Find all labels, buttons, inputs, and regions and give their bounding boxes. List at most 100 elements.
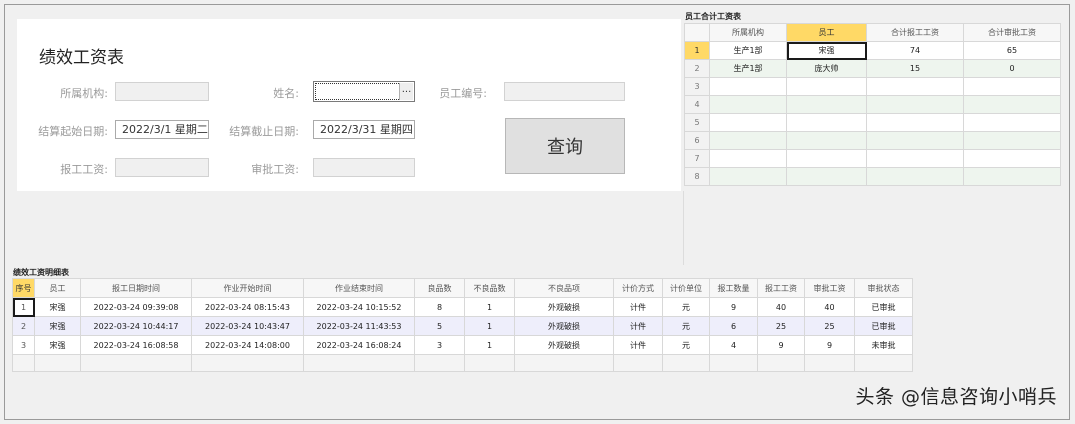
table-cell[interactable]: 已审批 — [854, 297, 913, 317]
query-button[interactable]: 查询 — [505, 118, 625, 174]
table-row[interactable]: 8 — [684, 167, 1061, 186]
table-cell[interactable]: 2022-03-24 11:43:53 — [303, 316, 415, 336]
table-row[interactable]: 2 宋强 2022-03-24 10:44:17 2022-03-24 10:4… — [12, 316, 913, 336]
table-row[interactable]: 6 — [684, 131, 1061, 150]
table-cell[interactable] — [786, 113, 867, 132]
detail-col-defect-qty[interactable]: 不良品数 — [464, 278, 515, 298]
table-row[interactable]: 4 — [684, 95, 1061, 114]
employee-no-field[interactable] — [504, 82, 625, 101]
table-cell[interactable]: 外观破损 — [514, 335, 614, 355]
table-cell[interactable]: 40 — [757, 297, 805, 317]
row-number[interactable]: 7 — [684, 149, 710, 168]
table-cell[interactable]: 15 — [866, 59, 964, 78]
table-cell[interactable] — [963, 167, 1061, 186]
row-number[interactable]: 3 — [684, 77, 710, 96]
detail-col-start-time[interactable]: 作业开始时间 — [191, 278, 304, 298]
summary-col-total-approved[interactable]: 合计审批工资 — [963, 23, 1061, 42]
table-cell[interactable]: 6 — [709, 316, 758, 336]
table-cell[interactable]: 25 — [804, 316, 855, 336]
table-cell[interactable]: 元 — [662, 297, 710, 317]
table-cell[interactable] — [12, 354, 35, 372]
table-cell[interactable]: 宋强 — [34, 335, 81, 355]
table-cell[interactable]: 8 — [414, 297, 465, 317]
table-cell[interactable]: 庞大帅 — [786, 59, 867, 78]
table-cell[interactable] — [963, 131, 1061, 150]
table-cell[interactable] — [866, 95, 964, 114]
table-cell[interactable]: 40 — [804, 297, 855, 317]
detail-col-defect-item[interactable]: 不良品项 — [514, 278, 614, 298]
end-date-field[interactable]: 2022/3/31 星期四 — [313, 120, 415, 139]
row-number[interactable]: 1 — [684, 41, 710, 60]
table-cell[interactable]: 25 — [757, 316, 805, 336]
detail-col-good-qty[interactable]: 良品数 — [414, 278, 465, 298]
table-cell[interactable] — [786, 77, 867, 96]
table-row[interactable]: 3 宋强 2022-03-24 16:08:58 2022-03-24 14:0… — [12, 335, 913, 355]
table-cell[interactable]: 外观破损 — [514, 297, 614, 317]
detail-col-end-time[interactable]: 作业结束时间 — [303, 278, 415, 298]
detail-col-employee[interactable]: 员工 — [34, 278, 81, 298]
table-cell[interactable] — [414, 354, 465, 372]
table-row[interactable]: 3 — [684, 77, 1061, 96]
table-cell[interactable]: 65 — [963, 41, 1061, 60]
table-cell[interactable]: 9 — [804, 335, 855, 355]
start-date-field[interactable]: 2022/3/1 星期二 — [115, 120, 209, 139]
detail-col-pricing-unit[interactable]: 计价单位 — [662, 278, 710, 298]
table-cell[interactable] — [757, 354, 805, 372]
table-cell[interactable] — [866, 77, 964, 96]
table-cell[interactable]: 元 — [662, 316, 710, 336]
table-cell[interactable] — [866, 131, 964, 150]
row-number[interactable]: 8 — [684, 167, 710, 186]
table-cell[interactable]: 1 — [464, 335, 515, 355]
table-cell[interactable]: 2022-03-24 10:44:17 — [80, 316, 192, 336]
table-row[interactable]: 5 — [684, 113, 1061, 132]
report-wage-field[interactable] — [115, 158, 209, 177]
table-cell[interactable] — [786, 149, 867, 168]
table-cell[interactable] — [804, 354, 855, 372]
table-cell[interactable]: 2022-03-24 16:08:24 — [303, 335, 415, 355]
summary-grid[interactable]: 所属机构 员工 合计报工工资 合计审批工资 1 生产1部 宋强 74 65 2 … — [684, 23, 1061, 191]
detail-col-pricing-method[interactable]: 计价方式 — [613, 278, 663, 298]
table-row[interactable]: 1 宋强 2022-03-24 09:39:08 2022-03-24 08:1… — [12, 297, 913, 317]
table-cell[interactable] — [80, 354, 192, 372]
table-cell[interactable] — [866, 149, 964, 168]
detail-col-report-qty[interactable]: 报工数量 — [709, 278, 758, 298]
table-cell[interactable] — [709, 95, 787, 114]
table-cell[interactable]: 3 — [414, 335, 465, 355]
table-cell[interactable] — [709, 149, 787, 168]
detail-col-report-wage[interactable]: 报工工资 — [757, 278, 805, 298]
table-cell[interactable] — [963, 77, 1061, 96]
table-cell[interactable] — [709, 354, 758, 372]
table-cell[interactable] — [709, 77, 787, 96]
table-cell[interactable]: 宋强 — [34, 297, 81, 317]
detail-grid[interactable]: 序号 员工 报工日期时间 作业开始时间 作业结束时间 良品数 不良品数 不良品项… — [12, 278, 913, 372]
approved-wage-field[interactable] — [313, 158, 415, 177]
table-cell[interactable] — [303, 354, 415, 372]
table-cell[interactable]: 2022-03-24 08:15:43 — [191, 297, 304, 317]
combo-ellipsis-button[interactable]: ... — [399, 83, 413, 100]
summary-col-total-report[interactable]: 合计报工工资 — [866, 23, 964, 42]
table-cell[interactable]: 2022-03-24 16:08:58 — [80, 335, 192, 355]
table-cell[interactable]: 0 — [963, 59, 1061, 78]
table-cell[interactable]: 9 — [709, 297, 758, 317]
table-cell[interactable] — [709, 131, 787, 150]
table-cell[interactable]: 9 — [757, 335, 805, 355]
table-cell[interactable]: 2022-03-24 10:15:52 — [303, 297, 415, 317]
table-row[interactable]: 2 生产1部 庞大帅 15 0 — [684, 59, 1061, 78]
table-cell[interactable]: 2022-03-24 10:43:47 — [191, 316, 304, 336]
detail-col-approval-status[interactable]: 审批状态 — [854, 278, 913, 298]
table-cell[interactable]: 元 — [662, 335, 710, 355]
row-number[interactable]: 3 — [12, 335, 35, 355]
table-cell[interactable]: 外观破损 — [514, 316, 614, 336]
table-cell[interactable]: 宋强 — [34, 316, 81, 336]
detail-col-seq[interactable]: 序号 — [12, 278, 35, 298]
table-cell[interactable]: 宋强 — [786, 41, 867, 60]
table-cell[interactable] — [866, 167, 964, 186]
table-cell[interactable]: 计件 — [613, 297, 663, 317]
table-cell[interactable]: 生产1部 — [709, 41, 787, 60]
table-cell[interactable]: 4 — [709, 335, 758, 355]
row-number[interactable]: 4 — [684, 95, 710, 114]
table-cell[interactable] — [963, 149, 1061, 168]
row-number[interactable]: 6 — [684, 131, 710, 150]
detail-col-report-time[interactable]: 报工日期时间 — [80, 278, 192, 298]
name-combobox[interactable]: ... — [313, 81, 415, 102]
